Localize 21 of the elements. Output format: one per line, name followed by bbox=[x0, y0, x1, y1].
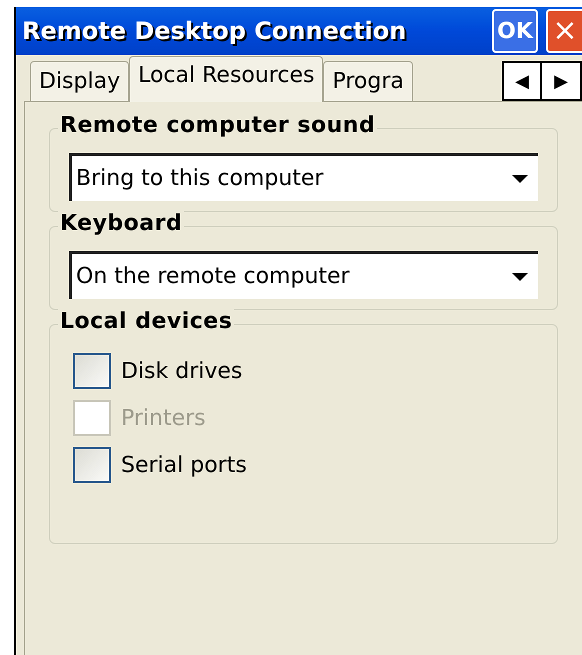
tab[interactable]: Local Resources bbox=[129, 56, 324, 102]
dropdown[interactable]: Bring to this computer bbox=[69, 153, 538, 201]
close-button[interactable]: × bbox=[546, 9, 582, 53]
checkbox-label: Serial ports bbox=[121, 452, 247, 480]
checkbox-row[interactable]: Disk drives bbox=[73, 353, 557, 389]
dropdown-arrow-icon bbox=[512, 174, 528, 182]
scroll-right-button[interactable]: ▶ bbox=[542, 61, 582, 101]
checkbox[interactable] bbox=[73, 447, 111, 483]
window-title: Remote Desktop Connection bbox=[22, 16, 408, 47]
scroll-left-button[interactable]: ◀ bbox=[502, 61, 542, 101]
checkbox-label: Printers bbox=[121, 404, 206, 432]
group-title: Keyboard bbox=[58, 210, 184, 238]
checkbox-label: Disk drives bbox=[121, 358, 242, 386]
checkbox[interactable] bbox=[73, 353, 111, 389]
checkbox-row[interactable]: Serial ports bbox=[73, 447, 557, 483]
dropdown-arrow-icon bbox=[512, 272, 528, 280]
tab[interactable]: Progra bbox=[323, 61, 413, 101]
dropdown[interactable]: On the remote computer bbox=[69, 251, 538, 299]
ok-button[interactable]: OK bbox=[492, 9, 538, 53]
group-title: Remote computer sound bbox=[58, 112, 378, 140]
tab[interactable]: Display bbox=[30, 61, 130, 101]
